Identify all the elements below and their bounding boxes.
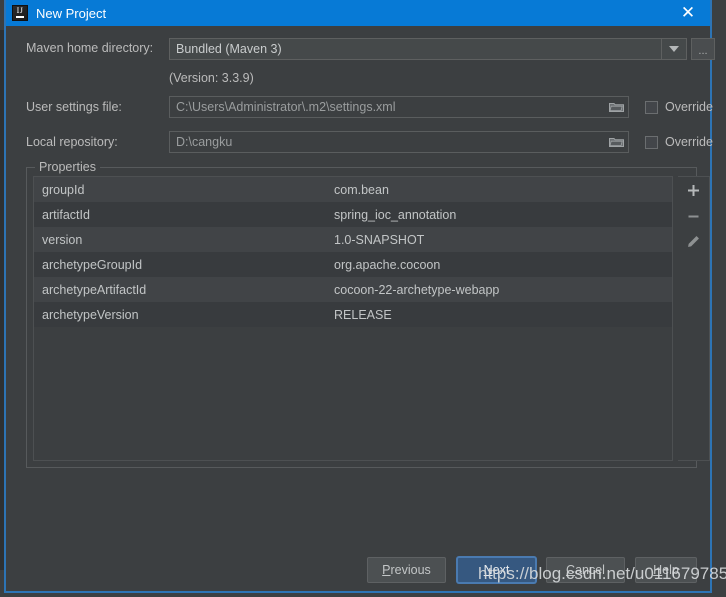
properties-group-title: Properties <box>35 160 100 174</box>
help-button-rest: elp <box>662 563 679 577</box>
next-button-rest: ext <box>492 563 510 577</box>
dialog-title: New Project <box>36 5 107 21</box>
property-value: spring_ioc_annotation <box>334 207 457 222</box>
dialog-content: Maven home directory: Bundled (Maven 3) … <box>6 26 715 591</box>
plus-icon <box>687 184 699 196</box>
properties-table[interactable]: groupId com.bean artifactId spring_ioc_a… <box>33 176 673 461</box>
table-row[interactable]: archetypeGroupId org.apache.cocoon <box>34 252 672 277</box>
help-button-label: Help <box>653 563 679 577</box>
user-settings-input[interactable]: C:\Users\Administrator\.m2\settings.xml <box>169 96 629 118</box>
remove-property-button[interactable] <box>678 203 708 229</box>
local-repository-input[interactable]: D:\cangku <box>169 131 629 153</box>
property-value: 1.0-SNAPSHOT <box>334 232 425 247</box>
property-key: version <box>42 232 83 247</box>
intellij-idea-icon: IJ <box>12 5 28 21</box>
local-repository-value: D:\cangku <box>176 135 233 149</box>
folder-icon-svg <box>608 138 624 147</box>
intellij-idea-icon-text: IJ <box>16 6 24 15</box>
dialog-titlebar: IJ New Project ✕ <box>6 0 710 26</box>
screenshot-root: IJ New Project ✕ Maven home directory: B… <box>0 0 726 597</box>
user-settings-label: User settings file: <box>26 100 122 114</box>
pencil-icon <box>688 236 699 247</box>
table-row[interactable]: artifactId spring_ioc_annotation <box>34 202 672 227</box>
ide-background-right <box>714 0 726 597</box>
maven-version-note: (Version: 3.3.9) <box>169 71 254 85</box>
previous-button[interactable]: Previous <box>367 557 446 583</box>
maven-home-browse-button[interactable]: ... <box>691 38 715 60</box>
folder-icon-svg <box>608 103 624 112</box>
previous-button-rest: revious <box>390 563 431 577</box>
next-button-label: Next <box>483 563 510 577</box>
table-row[interactable]: version 1.0-SNAPSHOT <box>34 227 672 252</box>
maven-home-value: Bundled (Maven 3) <box>176 42 282 56</box>
local-repository-label: Local repository: <box>26 135 118 149</box>
user-settings-override-row[interactable]: Override <box>645 100 713 114</box>
close-icon[interactable]: ✕ <box>666 0 710 26</box>
next-button[interactable]: Next <box>457 557 536 583</box>
properties-toolbar <box>678 176 710 461</box>
user-settings-value: C:\Users\Administrator\.m2\settings.xml <box>176 100 396 114</box>
property-key: artifactId <box>42 207 90 222</box>
property-key: archetypeVersion <box>42 307 139 322</box>
minus-icon <box>688 215 698 217</box>
local-repository-override-row[interactable]: Override <box>645 135 713 149</box>
cancel-button-label: Cancel <box>566 563 605 577</box>
help-button[interactable]: Help <box>635 557 697 583</box>
table-row[interactable]: groupId com.bean <box>34 177 672 202</box>
chevron-down-glyph <box>669 46 679 52</box>
cancel-button-rest: ancel <box>575 563 605 577</box>
table-row[interactable]: archetypeArtifactId cocoon-22-archetype-… <box>34 277 672 302</box>
local-repository-override-label: Override <box>665 135 713 149</box>
user-settings-override-checkbox[interactable] <box>645 100 658 114</box>
property-value: org.apache.cocoon <box>334 257 441 272</box>
local-repository-override-checkbox[interactable] <box>645 135 658 149</box>
maven-home-label: Maven home directory: <box>26 41 154 55</box>
property-value: RELEASE <box>334 307 392 322</box>
table-empty-area <box>34 327 672 460</box>
add-property-button[interactable] <box>678 177 708 203</box>
local-repository-label-row: Local repository: <box>26 135 118 149</box>
edit-property-button[interactable] <box>678 229 708 255</box>
user-settings-label-row: User settings file: <box>26 100 122 114</box>
local-repository-folder-icon[interactable] <box>604 132 628 152</box>
maven-home-label-row: Maven home directory: <box>26 41 153 55</box>
property-key: archetypeGroupId <box>42 257 143 272</box>
table-row[interactable]: archetypeVersion RELEASE <box>34 302 672 327</box>
properties-group: Properties groupId com.bean artifactId s… <box>26 160 710 468</box>
cancel-button[interactable]: Cancel <box>546 557 625 583</box>
chevron-down-icon[interactable] <box>661 39 686 59</box>
user-settings-override-label: Override <box>665 100 713 114</box>
property-key: archetypeArtifactId <box>42 282 147 297</box>
maven-home-combobox[interactable]: Bundled (Maven 3) <box>169 38 687 60</box>
property-value: cocoon-22-archetype-webapp <box>334 282 500 297</box>
intellij-idea-icon-bar <box>16 16 24 18</box>
previous-button-label: Previous <box>382 563 431 577</box>
property-value: com.bean <box>334 182 389 197</box>
new-project-dialog: IJ New Project ✕ Maven home directory: B… <box>4 0 715 593</box>
user-settings-folder-icon[interactable] <box>604 97 628 117</box>
property-key: groupId <box>42 182 85 197</box>
